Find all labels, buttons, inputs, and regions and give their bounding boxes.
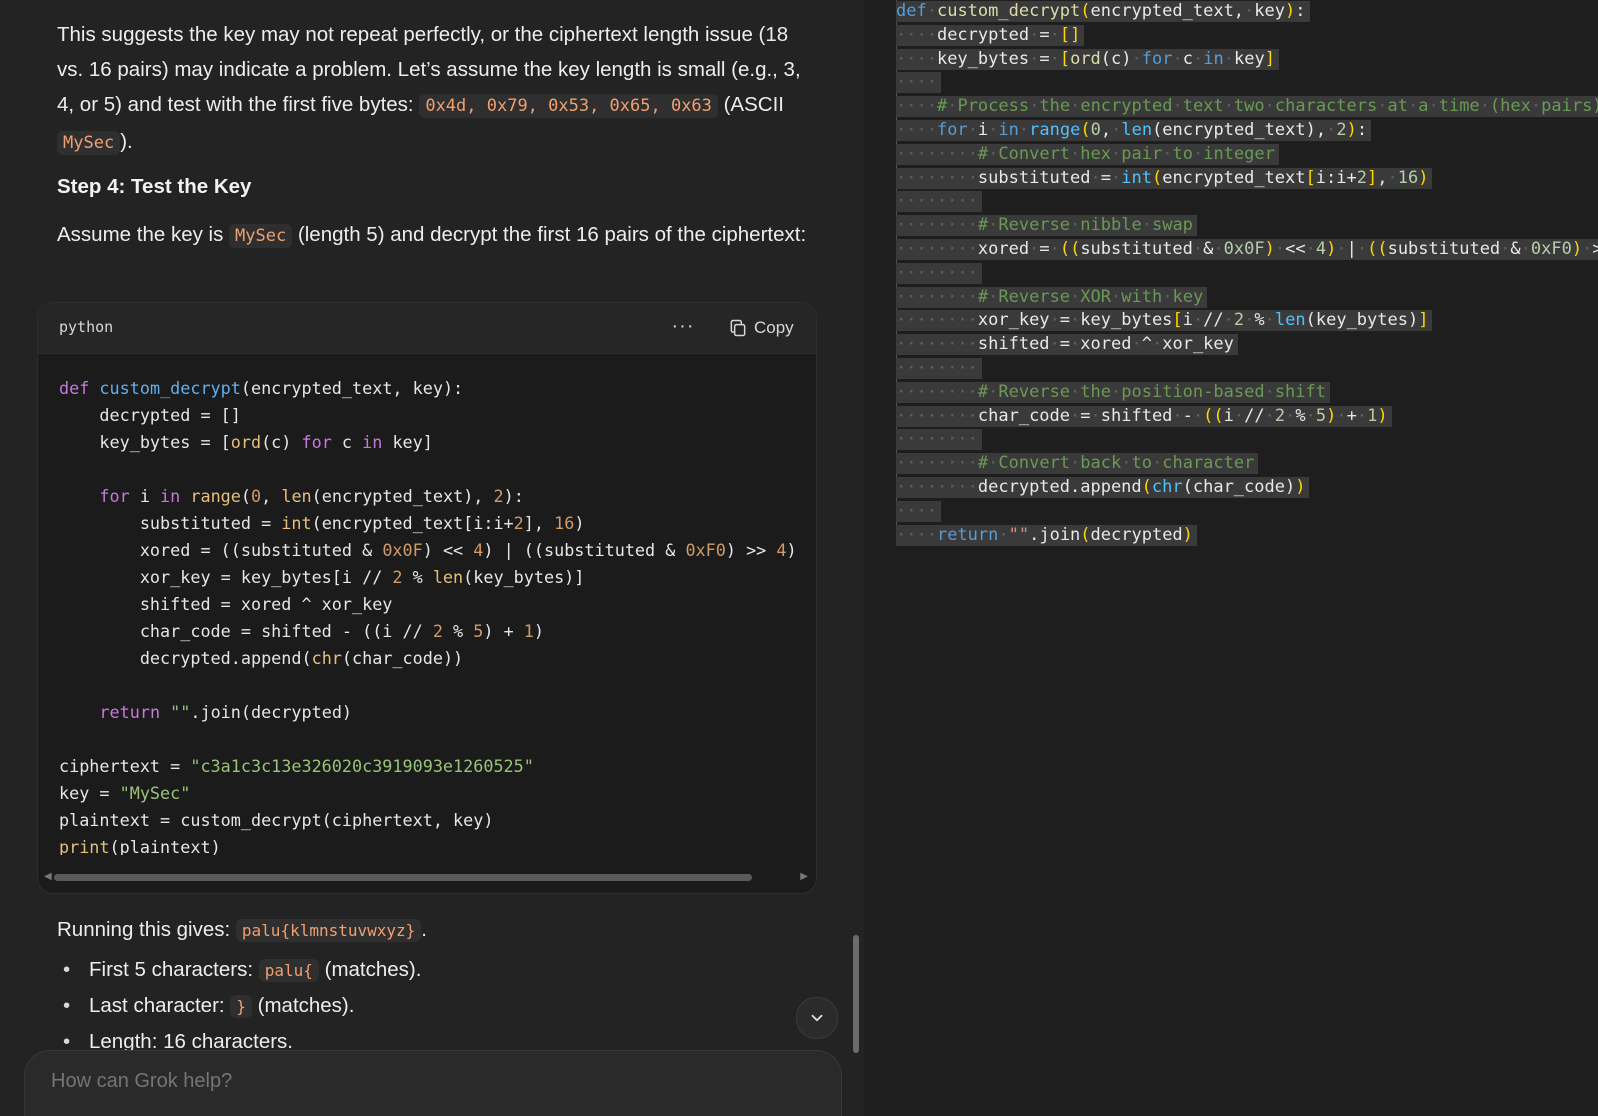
result-list: First 5 characters: palu{ (matches). Las… bbox=[57, 952, 807, 1059]
code-line: ········#·Convert·hex·pair·to·integer bbox=[896, 143, 1598, 167]
code-line: ········#·Reverse·XOR·with·key bbox=[896, 286, 1598, 310]
code-line: ···· bbox=[896, 71, 1598, 95]
code-line: ········#·Convert·back·to·character bbox=[896, 452, 1598, 476]
scroll-left-icon[interactable]: ◀ bbox=[44, 871, 52, 882]
code-line: ········ bbox=[896, 428, 1598, 452]
more-options-button[interactable]: ··· bbox=[668, 313, 698, 343]
code-line: ····decrypted·=·[] bbox=[896, 24, 1598, 48]
inline-code: palu{klmnstuvwxyz} bbox=[235, 919, 422, 942]
copy-icon bbox=[730, 319, 746, 337]
code-line: def·custom_decrypt(encrypted_text,·key): bbox=[896, 0, 1598, 24]
code-line: ········#·Reverse·the·position-based·shi… bbox=[896, 381, 1598, 405]
list-item: First 5 characters: palu{ (matches). bbox=[57, 952, 807, 988]
inline-code: } bbox=[230, 995, 252, 1018]
code-line: ···· bbox=[896, 500, 1598, 524]
horizontal-scrollbar[interactable]: ◀ ▶ bbox=[44, 870, 808, 884]
list-item: Last character: } (matches). bbox=[57, 988, 807, 1024]
copy-button[interactable]: Copy bbox=[728, 316, 794, 340]
vertical-scrollbar[interactable] bbox=[853, 935, 859, 1053]
code-line: ········substituted·=·int(encrypted_text… bbox=[896, 167, 1598, 191]
code-line: ····for·i·in·range(0,·len(encrypted_text… bbox=[896, 119, 1598, 143]
inline-code: 0x4d, 0x79, 0x53, 0x65, 0x63 bbox=[419, 94, 718, 118]
chevron-down-icon bbox=[811, 1014, 823, 1022]
code-line: ········shifted·=·xored·^·xor_key bbox=[896, 333, 1598, 357]
code-line: ········char_code·=·shifted·-·((i·//·2·%… bbox=[896, 405, 1598, 429]
code-content[interactable]: def custom_decrypt(encrypted_text, key):… bbox=[59, 375, 809, 855]
code-line: ········ bbox=[896, 190, 1598, 214]
code-line: ········#·Reverse·nibble·swap bbox=[896, 214, 1598, 238]
code-language-label: python bbox=[59, 318, 114, 336]
scroll-right-icon[interactable]: ▶ bbox=[800, 871, 808, 882]
code-block-header: python ··· Copy bbox=[38, 303, 816, 354]
prompt-input[interactable] bbox=[49, 1069, 318, 1094]
paragraph-key-analysis: This suggests the key may not repeat per… bbox=[57, 23, 801, 155]
code-line: ········ bbox=[896, 357, 1598, 381]
code-line: ····return·"".join(decrypted) bbox=[896, 524, 1598, 548]
scroll-to-bottom-button[interactable] bbox=[796, 997, 838, 1039]
code-editor-pane[interactable]: def·custom_decrypt(encrypted_text,·key):… bbox=[864, 0, 1598, 1116]
scrollbar-thumb[interactable] bbox=[54, 874, 752, 881]
code-line: ····#·Process·the·encrypted·text·two·cha… bbox=[896, 95, 1598, 119]
code-line: ········ bbox=[896, 262, 1598, 286]
inline-code: MySec bbox=[229, 224, 293, 248]
code-line: ····key_bytes·=·[ord(c)·for·c·in·key] bbox=[896, 48, 1598, 72]
paragraph-result: Running this gives: palu{klmnstuvwxyz}. bbox=[57, 918, 427, 942]
copy-label: Copy bbox=[754, 318, 794, 337]
code-line: ········xored·=·((substituted·&·0x0F)·<<… bbox=[896, 238, 1598, 262]
code-block: python ··· Copy def custom_decrypt(encry… bbox=[37, 302, 817, 894]
step-heading: Step 4: Test the Key bbox=[57, 175, 252, 198]
inline-code: palu{ bbox=[258, 959, 319, 982]
chat-pane: This suggests the key may not repeat per… bbox=[0, 0, 864, 1116]
message-composer[interactable] bbox=[24, 1050, 842, 1116]
paragraph-test-key: Assume the key is MySec (length 5) and d… bbox=[57, 223, 807, 248]
editor-code[interactable]: def·custom_decrypt(encrypted_text,·key):… bbox=[896, 0, 1598, 547]
code-line: ········xor_key·=·key_bytes[i·//·2·%·len… bbox=[896, 309, 1598, 333]
inline-code: MySec bbox=[57, 131, 121, 155]
code-line: ········decrypted.append(chr(char_code)) bbox=[896, 476, 1598, 500]
